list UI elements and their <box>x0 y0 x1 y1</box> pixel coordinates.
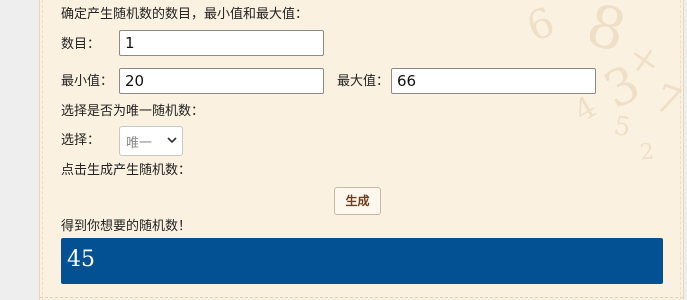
max-input[interactable]: 66 <box>391 68 596 94</box>
unique-select[interactable]: 唯一 <box>119 126 183 156</box>
count-label: 数目： <box>61 37 101 52</box>
select-label: 选择： <box>61 133 101 148</box>
chevron-down-icon <box>167 137 177 144</box>
unique-prompt: 选择是否为唯一随机数： <box>61 104 205 119</box>
result-display: 45 <box>61 238 663 284</box>
generate-prompt: 点击生成产生随机数： <box>61 163 192 178</box>
generate-button[interactable]: 生成 <box>334 187 381 215</box>
result-label: 得到你想要的随机数！ <box>61 219 192 234</box>
random-number-panel: 6 8 × 3 7 4 5 2 确定产生随机数的数目，最小值和最大值： 数目： … <box>39 0 684 300</box>
count-input[interactable]: 1 <box>119 30 324 56</box>
page-gutter <box>0 0 39 300</box>
max-label: 最大值： <box>337 74 390 89</box>
panel-bottom-divider <box>40 297 683 298</box>
min-input[interactable]: 20 <box>119 68 324 94</box>
min-label: 最小值： <box>61 74 114 89</box>
background-numeral-decoration: 2 <box>638 139 656 166</box>
intro-label: 确定产生随机数的数目，最小值和最大值： <box>61 7 309 22</box>
unique-select-value: 唯一 <box>126 136 153 151</box>
